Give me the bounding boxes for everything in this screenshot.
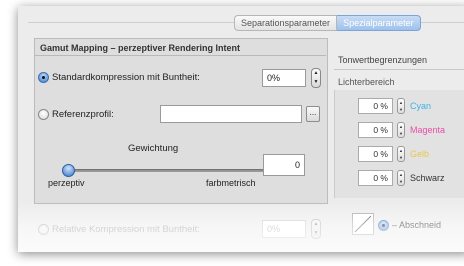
tab-bar: Separationsparameter Spezialparameter [234, 15, 421, 31]
referenzprofil-label: Referenzprofil: [52, 109, 114, 120]
standard-compression-radio[interactable] [38, 72, 49, 83]
group-divider [35, 55, 326, 56]
cyan-label: Cyan [410, 101, 432, 111]
stepper-up-icon[interactable]: ▲ [314, 222, 319, 227]
referenzprofil-radio[interactable] [38, 109, 49, 120]
gewichtung-label: Gewichtung [128, 143, 179, 154]
tab-spezialparameter[interactable]: Spezialparameter [337, 15, 421, 31]
gelb-percent-field[interactable]: 0 % [358, 146, 393, 162]
relative-compression-stepper[interactable]: ▲ ▼ [311, 219, 321, 239]
magenta-percent-field[interactable]: 0 % [358, 122, 393, 138]
tonwertbegrenzungen-title: Tonwertbegrenzungen [338, 55, 428, 65]
referenzprofil-field[interactable] [160, 105, 302, 123]
schwarz-label: Schwarz [410, 173, 445, 183]
standard-compression-stepper[interactable]: ▲ ▼ [311, 68, 321, 88]
stepper-down-icon[interactable]: ▼ [314, 80, 319, 85]
dialog-window: Separationsparameter Spezialparameter Ga… [18, 6, 464, 252]
abschneiden-radio[interactable] [378, 220, 389, 231]
gewichtung-slider-knob[interactable] [62, 164, 75, 177]
cyan-percent-field[interactable]: 0 % [358, 98, 393, 114]
gelb-stepper[interactable]: ▲ ▼ [397, 146, 405, 162]
standard-compression-label: Standardkompression mit Buntheit: [52, 72, 200, 83]
gamut-mapping-title: Gamut Mapping – perzeptiver Rendering In… [40, 43, 241, 53]
schwarz-percent-field[interactable]: 0 % [358, 170, 393, 186]
cyan-stepper[interactable]: ▲ ▼ [397, 98, 405, 114]
stepper-up-icon[interactable]: ▲ [314, 71, 319, 76]
tab-separationsparameter[interactable]: Separationsparameter [234, 15, 338, 31]
right-divider [334, 69, 464, 70]
gewichtung-slider-track[interactable] [68, 169, 264, 172]
lichterbereich-label: Lichterbereich [338, 77, 395, 87]
standard-compression-field[interactable]: 0% [262, 69, 306, 87]
curve-icon [352, 213, 374, 235]
browse-button[interactable]: ... [306, 106, 320, 122]
relative-compression-label: Relative Kompression mit Buntheit: [52, 224, 200, 235]
slider-min-label: perzeptiv [48, 178, 85, 188]
gelb-label: Gelb [410, 149, 430, 159]
relative-compression-field[interactable]: 0% [262, 220, 306, 238]
stepper-down-icon[interactable]: ▼ [314, 231, 319, 236]
gewichtung-value-field[interactable]: 0 [263, 154, 305, 176]
relative-compression-radio[interactable] [38, 224, 49, 235]
slider-max-label: farbmetrisch [206, 178, 256, 188]
schwarz-stepper[interactable]: ▲ ▼ [397, 170, 405, 186]
magenta-label: Magenta [410, 125, 446, 135]
magenta-stepper[interactable]: ▲ ▼ [397, 122, 405, 138]
abschneiden-label: – Abschneid [392, 220, 442, 230]
